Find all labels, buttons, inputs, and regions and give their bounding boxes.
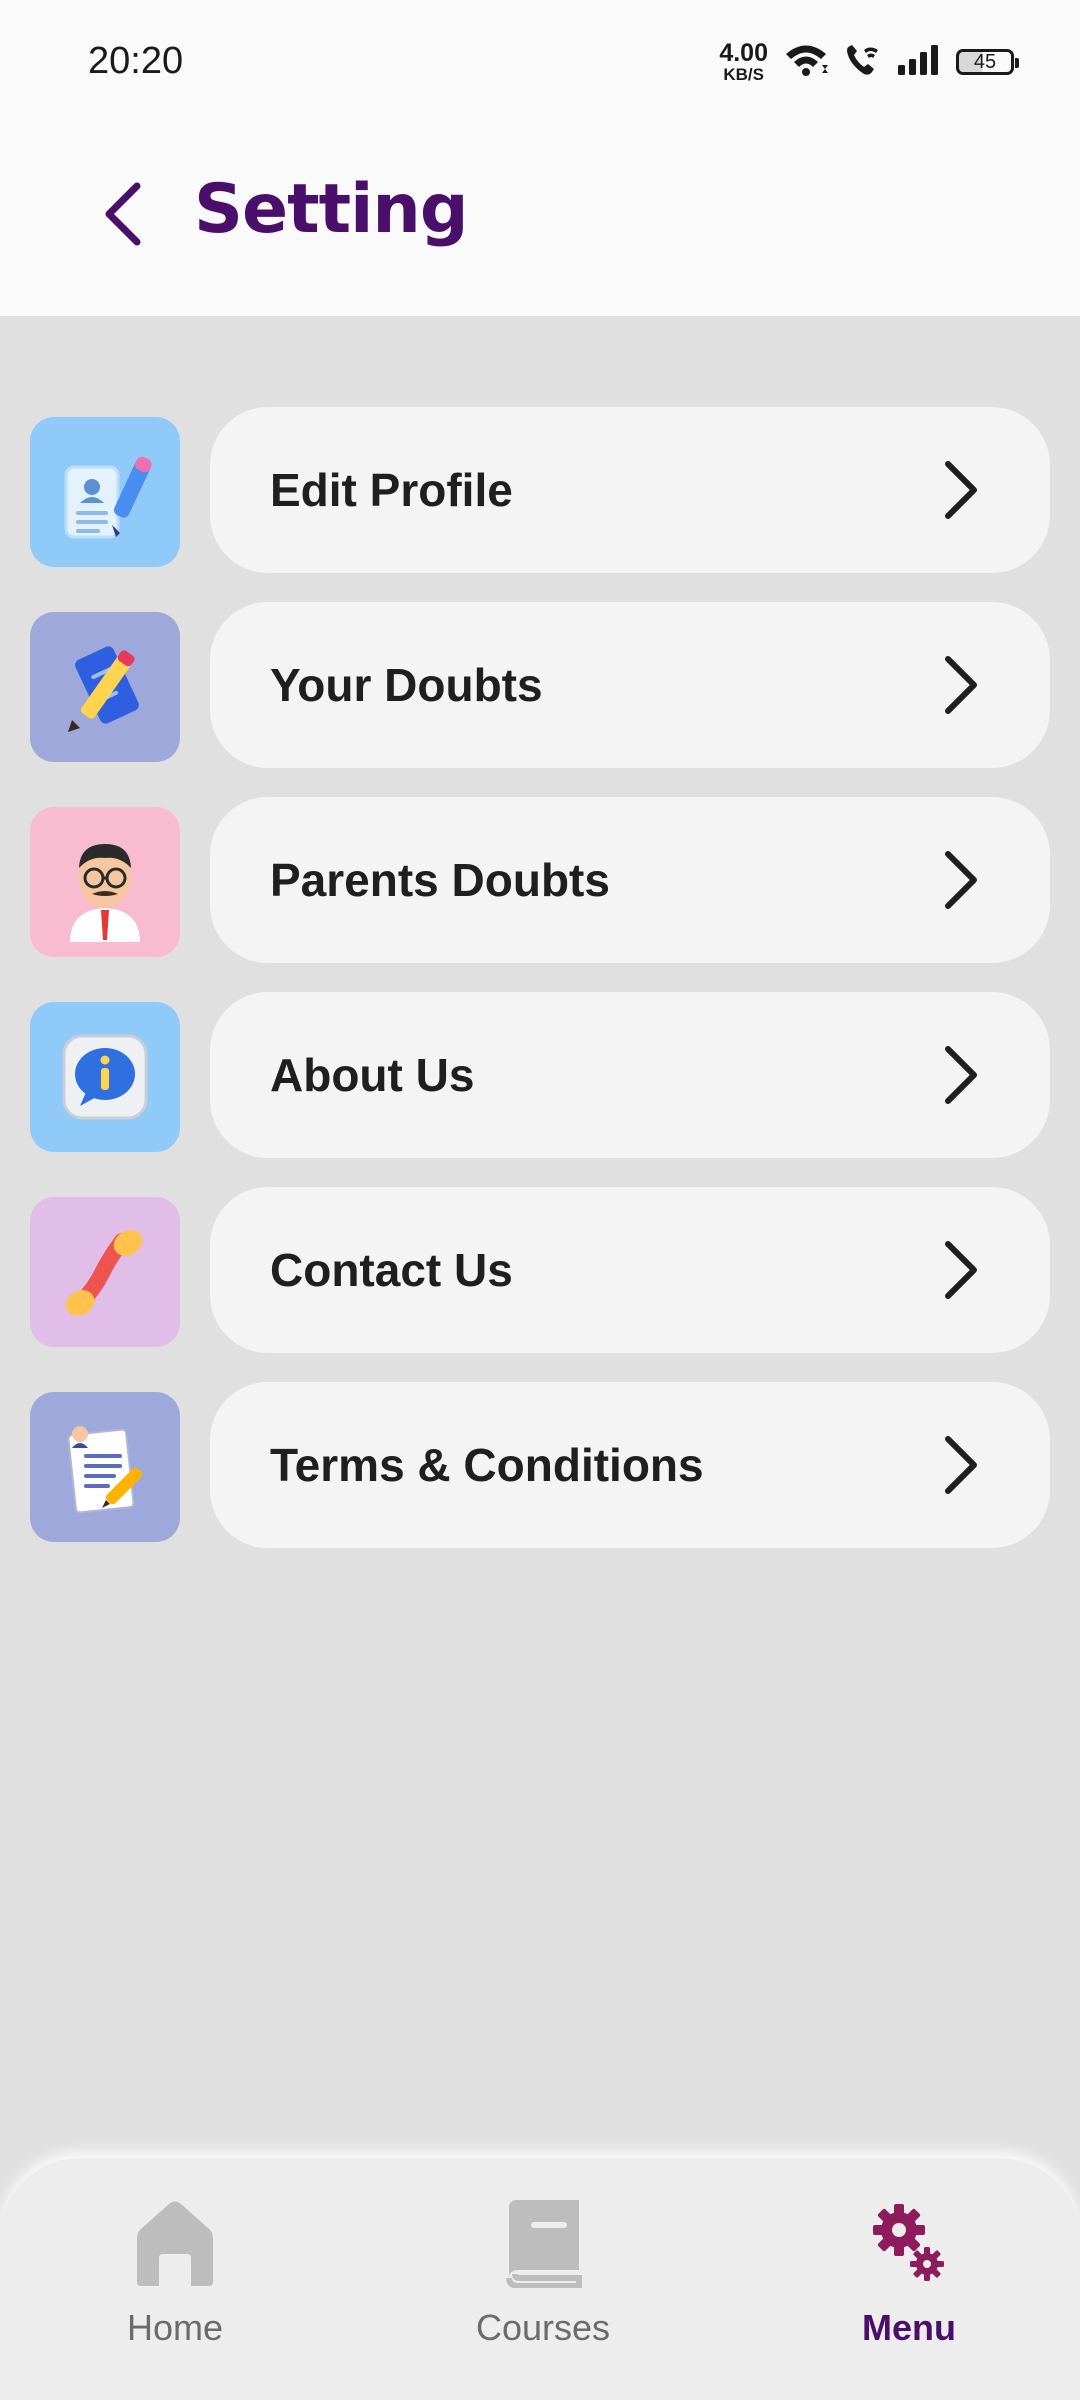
battery-indicator: 45 xyxy=(956,49,1019,75)
menu-item-parents-doubts: Parents Doubts xyxy=(0,797,1080,963)
home-icon xyxy=(133,2198,217,2293)
network-speed: 4.00 KB/S xyxy=(719,39,768,84)
parent-avatar-icon[interactable] xyxy=(30,807,180,957)
signal-icon xyxy=(896,43,940,82)
menu-item-label: Parents Doubts xyxy=(270,854,610,906)
info-icon[interactable] xyxy=(30,1002,180,1152)
menu-item-about-us: About Us xyxy=(0,992,1080,1158)
menu-item-label: Contact Us xyxy=(270,1244,513,1296)
chevron-right-icon xyxy=(940,460,980,520)
menu-item-your-doubts: Your Doubts xyxy=(0,602,1080,768)
pencil-notes-icon[interactable] xyxy=(30,612,180,762)
wifi-call-icon xyxy=(844,42,880,83)
chevron-right-icon xyxy=(940,1435,980,1495)
network-speed-value: 4.00 xyxy=(719,39,768,67)
menu-card-about-us[interactable]: About Us xyxy=(210,992,1050,1158)
nav-label-menu: Menu xyxy=(862,2307,956,2348)
chevron-right-icon xyxy=(940,850,980,910)
menu-item-label: About Us xyxy=(270,1049,475,1101)
menu-card-your-doubts[interactable]: Your Doubts xyxy=(210,602,1050,768)
app-header: Setting xyxy=(0,120,1080,316)
back-button[interactable] xyxy=(88,176,158,256)
nav-item-home[interactable]: Home xyxy=(55,2198,295,2368)
gears-icon xyxy=(869,2198,949,2293)
wifi-icon xyxy=(784,43,828,82)
status-icons: 4.00 KB/S 45 xyxy=(719,38,1019,86)
profile-edit-icon[interactable] xyxy=(30,417,180,567)
menu-card-edit-profile[interactable]: Edit Profile xyxy=(210,407,1050,573)
status-time: 20:20 xyxy=(88,40,184,82)
nav-label-home: Home xyxy=(126,2307,224,2348)
book-icon xyxy=(503,2198,583,2293)
menu-item-terms-conditions: Terms & Conditions xyxy=(0,1382,1080,1548)
menu-item-label: Edit Profile xyxy=(270,464,513,516)
menu-item-edit-profile: Edit Profile xyxy=(0,407,1080,573)
network-speed-unit: KB/S xyxy=(723,65,764,84)
chevron-right-icon xyxy=(940,655,980,715)
menu-item-label: Your Doubts xyxy=(270,659,543,711)
menu-item-contact-us: Contact Us xyxy=(0,1187,1080,1353)
nav-label-courses: Courses xyxy=(475,2307,611,2348)
chevron-right-icon xyxy=(940,1240,980,1300)
menu-card-terms-conditions[interactable]: Terms & Conditions xyxy=(210,1382,1050,1548)
phone-icon[interactable] xyxy=(30,1197,180,1347)
status-bar: 20:20 4.00 KB/S 45 xyxy=(0,0,1080,120)
menu-item-label: Terms & Conditions xyxy=(270,1439,704,1491)
document-pen-icon[interactable] xyxy=(30,1392,180,1542)
menu-card-contact-us[interactable]: Contact Us xyxy=(210,1187,1050,1353)
page-title: Setting xyxy=(194,170,468,249)
menu-card-parents-doubts[interactable]: Parents Doubts xyxy=(210,797,1050,963)
nav-item-courses[interactable]: Courses xyxy=(423,2198,663,2368)
bottom-navigation: Home Courses Menu xyxy=(0,2158,1080,2400)
chevron-left-icon xyxy=(101,182,145,251)
nav-item-menu[interactable]: Menu xyxy=(789,2198,1029,2368)
chevron-right-icon xyxy=(940,1045,980,1105)
